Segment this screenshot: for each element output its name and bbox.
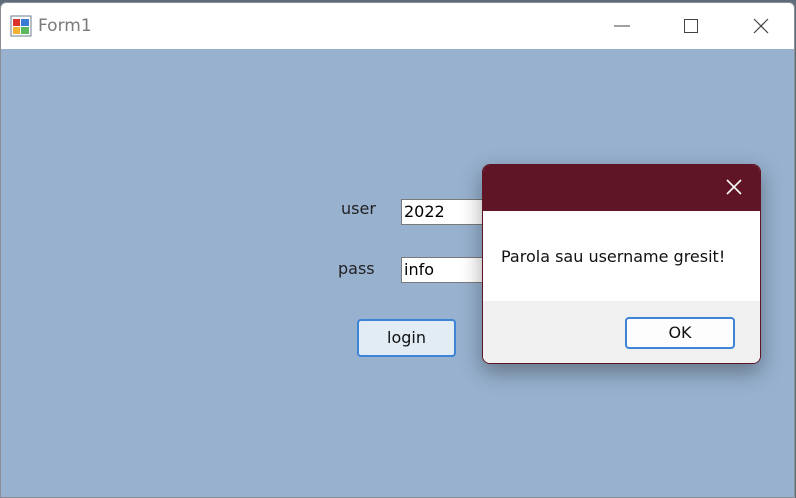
close-icon xyxy=(726,179,742,195)
dialog-close-button[interactable] xyxy=(708,165,760,211)
user-label: user xyxy=(341,199,376,218)
close-window-button[interactable] xyxy=(726,3,794,49)
close-icon xyxy=(753,18,769,34)
dialog-message: Parola sau username gresit! xyxy=(501,247,726,266)
title-bar: Form1 xyxy=(1,3,794,49)
dialog-footer: OK xyxy=(483,301,760,363)
window-title: Form1 xyxy=(38,16,92,36)
ok-button[interactable]: OK xyxy=(625,317,735,349)
message-dialog: Parola sau username gresit! OK xyxy=(482,164,761,364)
pass-label: pass xyxy=(338,259,375,278)
maximize-icon xyxy=(684,19,698,33)
maximize-button[interactable] xyxy=(656,3,726,49)
dialog-title-bar xyxy=(483,165,760,211)
login-button[interactable]: login xyxy=(357,319,456,357)
minimize-icon xyxy=(614,25,630,27)
winforms-app-icon xyxy=(10,15,32,37)
minimize-button[interactable] xyxy=(587,3,657,49)
